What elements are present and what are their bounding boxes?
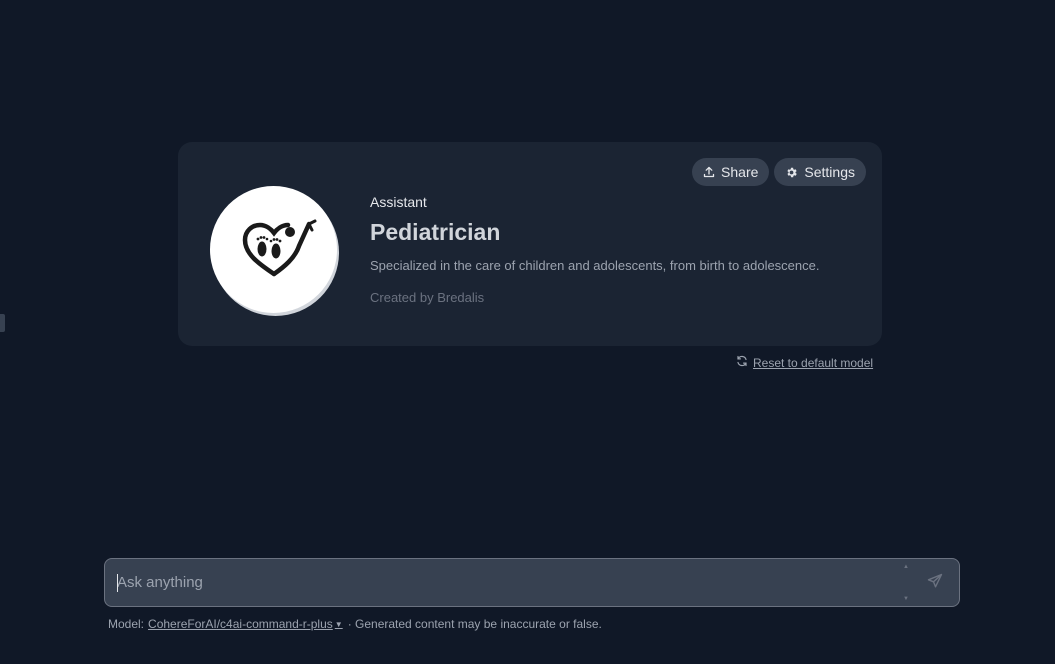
assistant-avatar [210, 186, 337, 313]
reset-model-button[interactable]: Reset to default model [736, 355, 873, 370]
send-button[interactable] [925, 573, 945, 593]
model-selector-link[interactable]: CohereForAI/c4ai-command-r-plus ▼ [148, 617, 343, 631]
text-caret [117, 574, 118, 592]
settings-label: Settings [804, 164, 855, 180]
chat-page: Share Settings Assistant Pediatrician Sp… [0, 0, 1055, 664]
caret-down-icon: ▼ [334, 619, 343, 629]
assistant-card: Share Settings Assistant Pediatrician Sp… [178, 142, 882, 346]
sidebar-toggle-handle[interactable] [0, 314, 5, 332]
send-icon [927, 573, 943, 594]
refresh-icon [736, 355, 748, 370]
upload-icon [703, 166, 715, 178]
chat-input[interactable] [117, 559, 897, 606]
disclaimer-note: · Generated content may be inaccurate or… [347, 617, 602, 631]
settings-button[interactable]: Settings [774, 158, 866, 186]
chat-composer: ▲ ▼ [104, 558, 960, 607]
assistant-description: Specialized in the care of children and … [370, 258, 820, 273]
gear-icon [785, 166, 798, 179]
model-name: CohereForAI/c4ai-command-r-plus [148, 617, 333, 631]
reset-model-label: Reset to default model [753, 355, 874, 370]
model-prefix: Model: [108, 617, 145, 631]
scroll-down-icon: ▼ [903, 596, 909, 602]
share-label: Share [721, 164, 759, 180]
share-button[interactable]: Share [692, 158, 770, 186]
scroll-up-icon: ▲ [903, 564, 909, 570]
input-scroll-arrows[interactable]: ▲ ▼ [903, 564, 911, 602]
assistant-info: Assistant Pediatrician Specialized in th… [370, 194, 819, 306]
heart-stethoscope-baby-feet-icon [229, 202, 319, 297]
assistant-kicker: Assistant [370, 194, 427, 210]
card-actions: Share Settings [692, 158, 866, 186]
chat-footer: Model: CohereForAI/c4ai-command-r-plus ▼… [108, 617, 602, 631]
assistant-creator: Created by Bredalis [370, 290, 485, 305]
assistant-name: Pediatrician [370, 219, 501, 245]
